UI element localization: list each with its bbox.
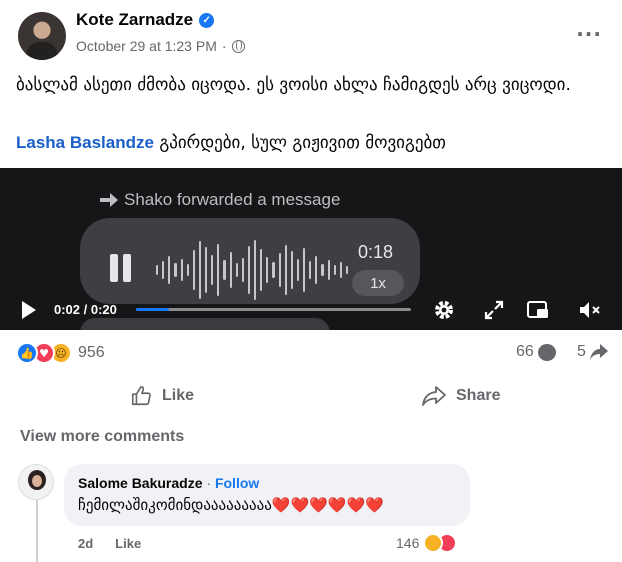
reactions-summary[interactable]: 👍 ♥ ☹ 956 — [16, 342, 105, 364]
comment-reaction-count: 146 — [396, 535, 420, 551]
more-horizontal-icon: ··· — [576, 22, 602, 46]
follow-button[interactable]: Follow — [215, 475, 259, 491]
comment-bubble-icon — [537, 343, 556, 361]
globe-icon[interactable] — [231, 39, 245, 53]
comment-age[interactable]: 2d — [78, 536, 93, 551]
video-controls: 0:02 / 0:20 — [0, 288, 622, 330]
comment-like-button[interactable]: Like — [115, 536, 141, 551]
share-arrow-icon — [589, 344, 608, 360]
author-avatar[interactable] — [18, 12, 66, 60]
comment-body: ჩემილაშიკომინდააააააააა — [78, 496, 272, 514]
share-icon — [422, 386, 446, 406]
commenter-avatar[interactable] — [18, 464, 54, 500]
video-time: 0:02 / 0:20 — [54, 302, 117, 317]
forwarded-label: Shako forwarded a message — [100, 190, 340, 210]
shares-count-button[interactable]: 5 — [577, 343, 608, 361]
meta-separator: · — [221, 38, 227, 54]
commenter-name[interactable]: Salome Bakuradze — [78, 475, 203, 491]
play-icon[interactable] — [22, 301, 36, 319]
mention-link[interactable]: Lasha Baslandze — [16, 133, 154, 152]
post-timestamp[interactable]: October 29 at 1:23 PM — [76, 38, 217, 54]
video-progress-fill — [136, 308, 169, 311]
expand-icon[interactable] — [482, 298, 506, 322]
comment-reactions[interactable]: 146 — [396, 533, 458, 553]
comment-text: ჩემილაშიკომინდააააააააა❤️❤️❤️❤️❤️❤️ — [78, 496, 384, 514]
pause-icon — [110, 254, 134, 282]
video-player[interactable]: Shako forwarded a message 0:18 1x 0:02 /… — [0, 168, 622, 330]
like-button[interactable]: Like — [130, 382, 194, 410]
comment-hearts: ❤️❤️❤️❤️❤️❤️ — [271, 496, 384, 514]
share-button-label: Share — [456, 387, 501, 404]
comment-meta: 2d Like — [78, 536, 141, 551]
comments-count-button[interactable]: 66 — [516, 343, 556, 361]
comment-thread-line — [36, 496, 38, 562]
forward-arrow-icon — [100, 193, 118, 207]
gear-icon[interactable] — [432, 298, 456, 322]
comment-header: Salome Bakuradze · Follow — [78, 475, 259, 491]
reaction-count[interactable]: 956 — [78, 344, 105, 362]
post-text: ბასლამ ასეთი ძმობა იცოდა. ეს ვოისი ახლა … — [16, 75, 571, 95]
thumbs-up-icon — [131, 386, 151, 406]
verified-badge-icon: ✓ — [199, 12, 215, 28]
share-button[interactable]: Share — [422, 382, 500, 410]
mute-icon[interactable] — [578, 298, 602, 322]
post-author-name[interactable]: Kote Zarnadze — [76, 10, 193, 30]
comment-bubble: Salome Bakuradze · Follow ჩემილაშიკომინდ… — [64, 464, 470, 526]
more-options-button[interactable]: ··· — [576, 22, 602, 46]
like-button-label: Like — [162, 387, 195, 404]
like-reaction-icon: 👍 — [16, 342, 38, 364]
comment-separator: · — [206, 475, 212, 491]
forwarded-text: Shako forwarded a message — [124, 190, 341, 209]
view-more-comments-link[interactable]: View more comments — [20, 428, 184, 446]
video-progress-bar[interactable] — [136, 308, 411, 311]
post-text-tail: გპირდები, სულ გიჟივით მოვიგებთ — [153, 133, 446, 153]
post-author[interactable]: Kote Zarnadze ✓ — [76, 10, 215, 30]
shares-count: 5 — [577, 343, 586, 360]
voice-duration: 0:18 — [358, 242, 394, 262]
picture-in-picture-icon[interactable] — [526, 298, 550, 322]
post-meta: October 29 at 1:23 PM · — [76, 38, 245, 54]
post-text-mention-line: Lasha Baslandze გპირდები, სულ გიჟივით მო… — [16, 130, 606, 156]
comments-count: 66 — [516, 343, 534, 360]
